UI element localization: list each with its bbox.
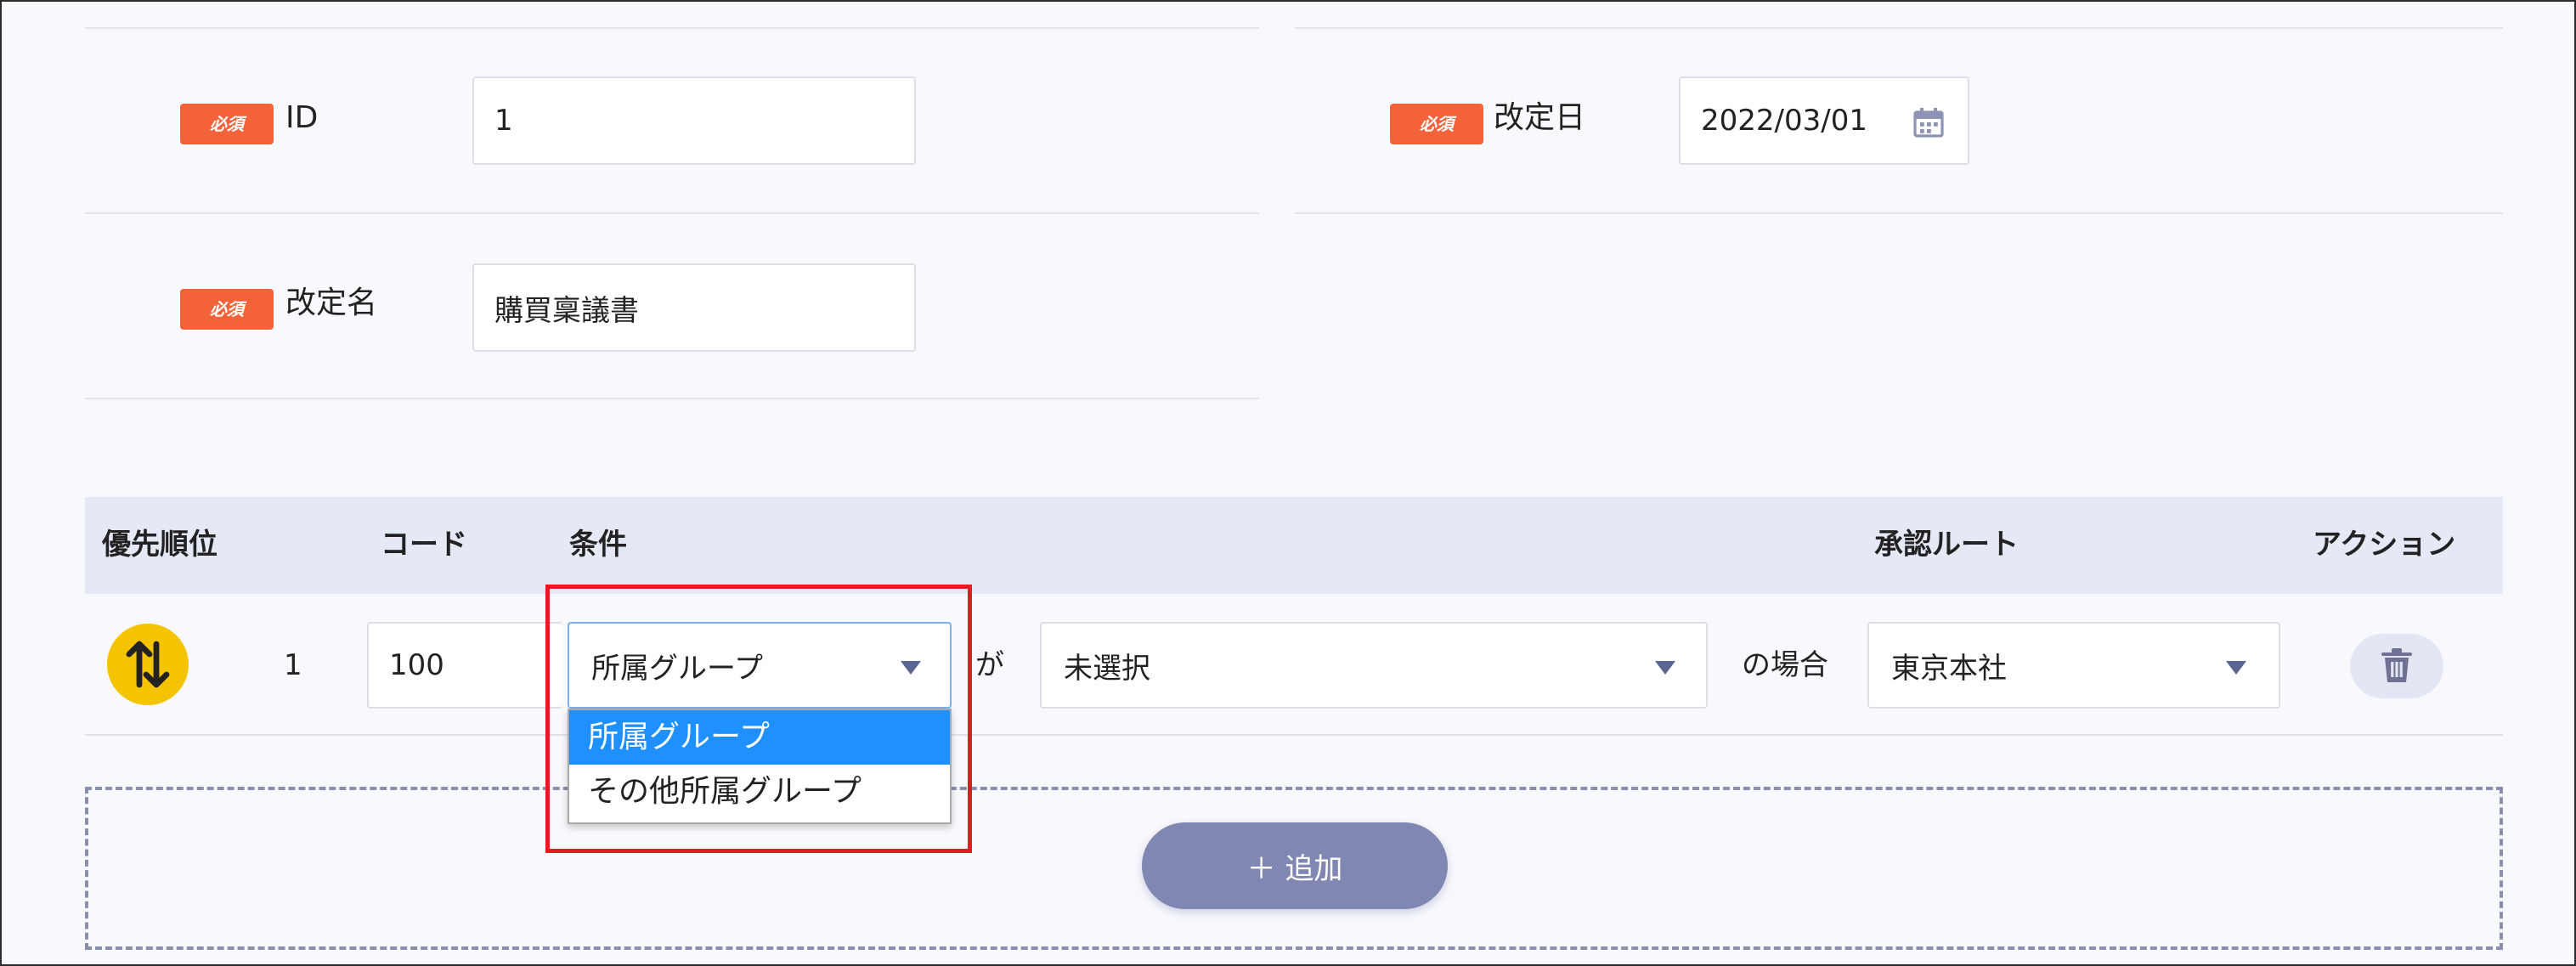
add-button[interactable]: ＋ 追加	[1142, 822, 1448, 909]
highlight-box	[545, 585, 972, 853]
header-condition: 条件	[569, 528, 627, 562]
header-code: コード	[381, 528, 467, 562]
header-action: アクション	[2313, 528, 2456, 562]
divider	[1295, 27, 2503, 29]
chevron-down-icon	[1655, 661, 1675, 675]
header-route: 承認ルート	[1874, 528, 2019, 562]
route-select[interactable]: 東京本社	[1867, 622, 2280, 709]
revision-date-input[interactable]: 2022/03/01	[1679, 76, 1969, 165]
form-panel: 必須 ID 1 必須 改定日 2022/03/01 必須 改定名 購買稟議書 優…	[0, 0, 2576, 966]
row-priority: 1	[284, 648, 302, 682]
revision-name-input[interactable]: 購買稟議書	[472, 263, 916, 352]
id-input[interactable]: 1	[472, 76, 916, 165]
sort-handle-icon[interactable]	[107, 624, 189, 705]
divider	[85, 398, 1259, 399]
calendar-icon[interactable]	[1912, 105, 1946, 139]
divider	[85, 212, 1259, 214]
revision-date-value: 2022/03/01	[1701, 104, 1867, 138]
route-value: 東京本社	[1891, 651, 2007, 686]
table-header: 優先順位 コード 条件 承認ルート アクション	[85, 497, 2503, 594]
particle-ga: が	[975, 648, 1004, 682]
chevron-down-icon	[2226, 661, 2246, 675]
condition-value: 未選択	[1064, 651, 1150, 686]
trash-icon	[2381, 648, 2412, 682]
required-badge: 必須	[180, 104, 274, 144]
revision-name-label: 改定名	[285, 285, 378, 320]
required-badge: 必須	[180, 289, 274, 330]
divider	[1295, 212, 2503, 214]
particle-case: の場合	[1742, 648, 1828, 682]
condition-value-select[interactable]: 未選択	[1040, 622, 1708, 709]
divider	[85, 27, 1259, 29]
id-label: ID	[285, 100, 319, 135]
code-input[interactable]: 100	[367, 622, 562, 709]
row-divider	[85, 734, 2503, 736]
required-badge: 必須	[1390, 104, 1483, 144]
revision-date-label: 改定日	[1494, 100, 1586, 135]
header-priority: 優先順位	[102, 528, 217, 562]
delete-row-button[interactable]	[2350, 634, 2443, 698]
